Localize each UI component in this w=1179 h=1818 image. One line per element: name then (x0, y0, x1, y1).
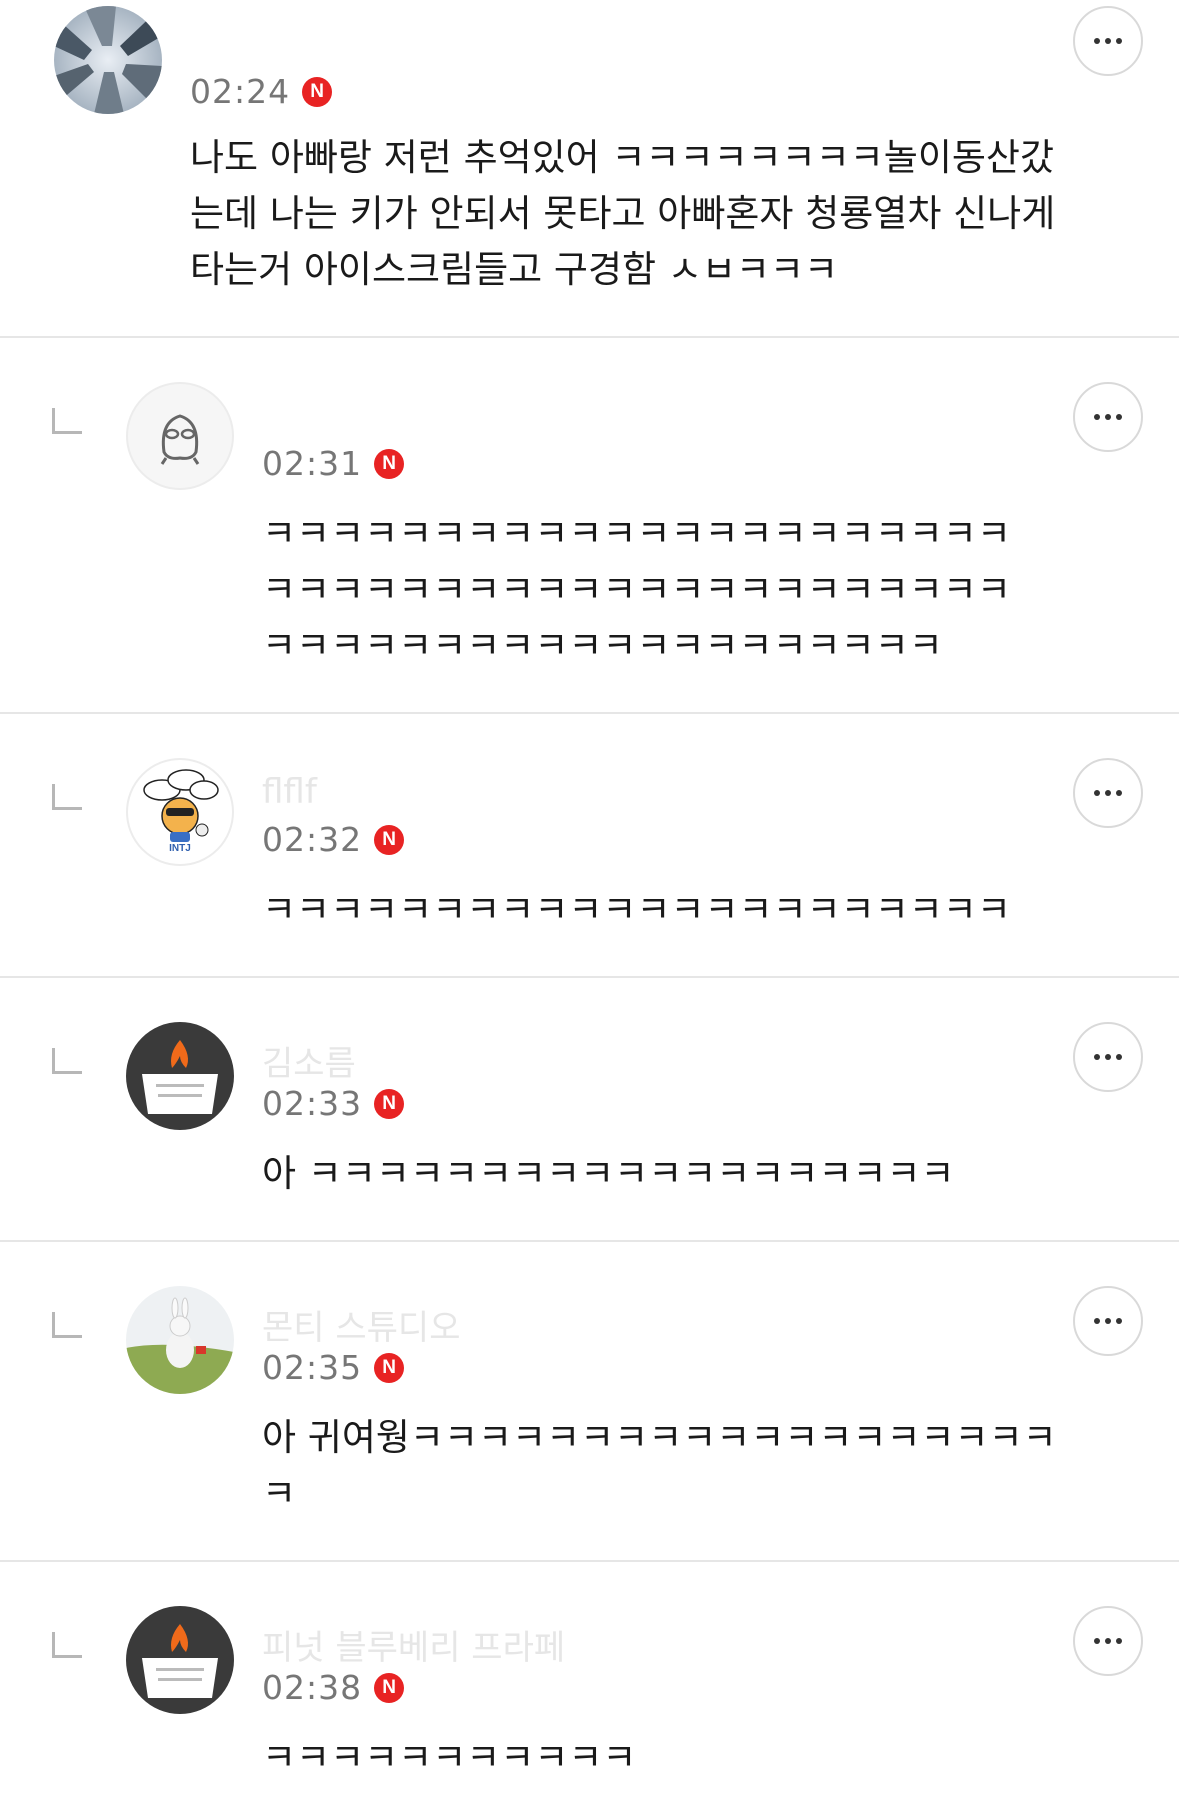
dot-icon (1105, 1638, 1111, 1644)
cartoon-sticker-icon: INTJ (143, 769, 219, 854)
dot-icon (1116, 790, 1122, 796)
reply-arrow-icon (52, 408, 82, 434)
comment-meta: 02:33 N (262, 1084, 405, 1123)
reply-item: INTJ flflf 02:32 N ㅋㅋㅋㅋㅋㅋㅋㅋㅋㅋㅋㅋㅋㅋㅋㅋㅋㅋㅋㅋㅋ… (0, 714, 1179, 978)
reply-arrow-icon (52, 1632, 82, 1658)
more-options-button[interactable] (1073, 1022, 1143, 1092)
dot-icon (1105, 1318, 1111, 1324)
avatar[interactable] (54, 6, 162, 114)
avatar[interactable]: INTJ (126, 758, 234, 866)
more-options-button[interactable] (1073, 382, 1143, 452)
new-badge: N (374, 448, 405, 479)
new-badge: N (374, 1352, 405, 1383)
comment-text: 나도 아빠랑 저런 추억있어 ㅋㅋㅋㅋㅋㅋㅋㅋ놀이동산갔 는데 나는 키가 안되… (190, 136, 1056, 291)
reply-item: 김소름 02:33 N 아 ㅋㅋㅋㅋㅋㅋㅋㅋㅋㅋㅋㅋㅋㅋㅋㅋㅋㅋㅋ (0, 978, 1179, 1242)
sticker-label: INTJ (169, 843, 191, 854)
new-badge: N (374, 824, 405, 855)
more-options-button[interactable] (1073, 1286, 1143, 1356)
dot-icon (1094, 790, 1100, 796)
comment-time: 02:33 (262, 1084, 363, 1123)
comment-text: 아 귀여웡ㅋㅋㅋㅋㅋㅋㅋㅋㅋㅋㅋㅋㅋㅋㅋㅋㅋㅋㅋ ㅋ (262, 1416, 1057, 1515)
comment-text: ㅋㅋㅋㅋㅋㅋㅋㅋㅋㅋㅋㅋㅋㅋㅋㅋㅋㅋㅋㅋㅋㅋ ㅋㅋㅋㅋㅋㅋㅋㅋㅋㅋㅋㅋㅋㅋㅋㅋㅋ… (262, 512, 1011, 667)
comment-time: 02:35 (262, 1348, 363, 1387)
comment-author[interactable]: 몬티 스튜디오 (262, 1300, 461, 1349)
more-options-button[interactable] (1073, 6, 1143, 76)
comment-text: ㅋㅋㅋㅋㅋㅋㅋㅋㅋㅋㅋㅋㅋㅋㅋㅋㅋㅋㅋㅋㅋㅋ (262, 888, 1011, 931)
comment-meta: 02:32 N (262, 820, 405, 859)
comment-time: 02:31 (262, 444, 363, 483)
comment-meta: 02:38 N (262, 1668, 405, 1707)
comment-time: 02:38 (262, 1668, 363, 1707)
candle-logo-icon (142, 1624, 218, 1698)
dot-icon (1094, 1638, 1100, 1644)
reply-arrow-icon (52, 1048, 82, 1074)
reply-item: 피넛 블루베리 프라페 02:38 N ㅋㅋㅋㅋㅋㅋㅋㅋㅋㅋㅋ (0, 1562, 1179, 1818)
dot-icon (1094, 38, 1100, 44)
comment-meta: 02:24 N (190, 72, 333, 111)
dot-icon (1105, 38, 1111, 44)
dot-icon (1116, 1638, 1122, 1644)
dot-icon (1105, 790, 1111, 796)
avatar[interactable] (126, 1286, 234, 1394)
dot-icon (1116, 414, 1122, 420)
comment-text: 아 ㅋㅋㅋㅋㅋㅋㅋㅋㅋㅋㅋㅋㅋㅋㅋㅋㅋㅋㅋ (262, 1152, 955, 1195)
dot-icon (1116, 38, 1122, 44)
buildings-photo-icon (54, 6, 162, 114)
candle-logo-icon (142, 1040, 218, 1114)
avatar[interactable] (126, 1022, 234, 1130)
dot-icon (1116, 1054, 1122, 1060)
new-badge: N (374, 1672, 405, 1703)
dot-icon (1116, 1318, 1122, 1324)
reply-item: 몬티 스튜디오 02:35 N 아 귀여웡ㅋㅋㅋㅋㅋㅋㅋㅋㅋㅋㅋㅋㅋㅋㅋㅋㅋㅋㅋ… (0, 1242, 1179, 1562)
reply-arrow-icon (52, 1312, 82, 1338)
bunny-photo-icon (126, 1286, 234, 1394)
dot-icon (1105, 1054, 1111, 1060)
reply-arrow-icon (52, 784, 82, 810)
comment-author[interactable]: flflf (262, 772, 317, 812)
avatar[interactable] (126, 1606, 234, 1714)
comment-meta: 02:35 N (262, 1348, 405, 1387)
dot-icon (1094, 1054, 1100, 1060)
more-options-button[interactable] (1073, 1606, 1143, 1676)
default-character-icon (160, 414, 200, 465)
comment-meta: 02:31 N (262, 444, 405, 483)
dot-icon (1105, 414, 1111, 420)
more-options-button[interactable] (1073, 758, 1143, 828)
comment-text: ㅋㅋㅋㅋㅋㅋㅋㅋㅋㅋㅋ (262, 1736, 637, 1779)
dot-icon (1094, 1318, 1100, 1324)
avatar[interactable] (126, 382, 234, 490)
new-badge: N (374, 1088, 405, 1119)
comment-item: 02:24 N 나도 아빠랑 저런 추억있어 ㅋㅋㅋㅋㅋㅋㅋㅋ놀이동산갔 는데 … (0, 0, 1179, 338)
comment-time: 02:32 (262, 820, 363, 859)
dot-icon (1094, 414, 1100, 420)
reply-item: 02:31 N ㅋㅋㅋㅋㅋㅋㅋㅋㅋㅋㅋㅋㅋㅋㅋㅋㅋㅋㅋㅋㅋㅋ ㅋㅋㅋㅋㅋㅋㅋㅋㅋ… (0, 338, 1179, 714)
comment-time: 02:24 (190, 72, 291, 111)
comment-author[interactable]: 피넛 블루베리 프라페 (262, 1620, 565, 1669)
new-badge: N (302, 76, 333, 107)
comment-author[interactable]: 김소름 (262, 1036, 356, 1085)
